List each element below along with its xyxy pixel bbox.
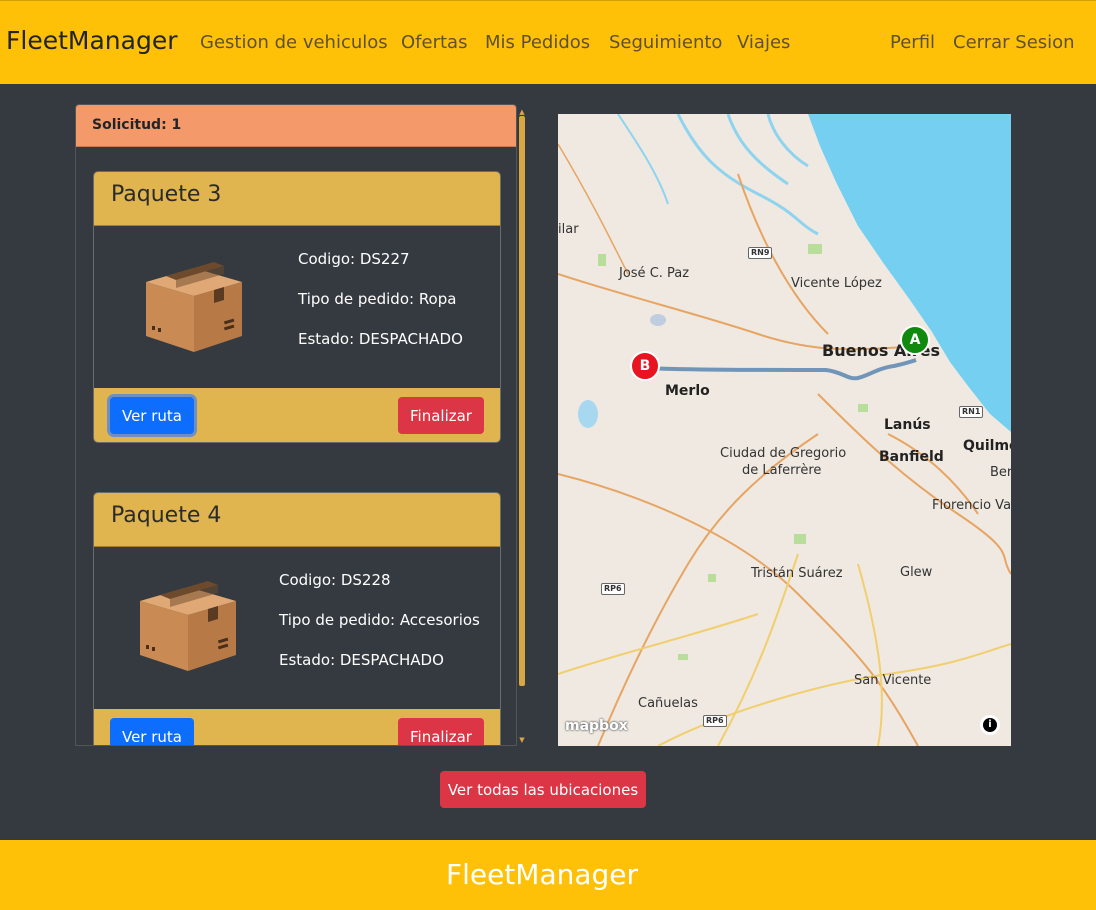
view-route-button[interactable]: Ver ruta — [110, 718, 194, 745]
map-label-gregorio-2: de Laferrère — [742, 463, 822, 478]
package-title: Paquete 3 — [111, 182, 222, 207]
road-shield-rn9: RN9 — [748, 247, 773, 259]
package-list: Paquete 3 Codigo: DS227 Tipo de pedido: … — [76, 147, 516, 745]
package-status: Estado: DESPACHADO — [279, 651, 444, 669]
view-all-locations-button[interactable]: Ver todas las ubicaciones — [440, 771, 646, 808]
request-title: Solicitud: 1 — [92, 117, 182, 133]
nav-link-vehiculos[interactable]: Gestion de vehiculos — [200, 32, 388, 53]
road-shield-rp6: RP6 — [601, 583, 625, 595]
route-map[interactable]: ilar José C. Paz Vicente López Buenos Ai… — [558, 114, 1011, 746]
package-card: Paquete 3 Codigo: DS227 Tipo de pedido: … — [93, 171, 501, 443]
nav-link-ofertas[interactable]: Ofertas — [401, 32, 467, 53]
package-code: Codigo: DS227 — [298, 250, 410, 268]
finish-button[interactable]: Finalizar — [398, 397, 484, 434]
map-label-san-vicente: San Vicente — [854, 673, 932, 688]
package-card: Paquete 4 Codigo: DS228 Tipo de pedido: … — [93, 492, 501, 745]
navbar-brand[interactable]: FleetManager — [6, 26, 177, 55]
package-card-footer: Ver ruta Finalizar — [94, 709, 500, 745]
package-code: Codigo: DS228 — [279, 571, 391, 589]
map-label-canuelas: Cañuelas — [638, 696, 698, 711]
nav-link-perfil[interactable]: Perfil — [890, 32, 935, 53]
destination-marker[interactable]: B — [630, 351, 660, 381]
request-panel: Solicitud: 1 Paquete 3 Codigo: DS227 Tip… — [75, 104, 517, 746]
package-card-header: Paquete 4 — [94, 493, 500, 547]
package-card-body: Codigo: DS228 Tipo de pedido: Accesorios… — [94, 547, 500, 709]
nav-link-seguimiento[interactable]: Seguimiento — [609, 32, 722, 53]
map-info-button[interactable]: i — [980, 715, 1000, 735]
map-label-lanus: Lanús — [884, 417, 931, 433]
map-label-tristan-suarez: Tristán Suárez — [751, 566, 843, 581]
nav-link-cerrar-sesion[interactable]: Cerrar Sesion — [953, 32, 1075, 53]
map-label-banfield: Banfield — [879, 449, 944, 465]
finish-button[interactable]: Finalizar — [398, 718, 484, 745]
map-label-jose-c-paz: José C. Paz — [619, 266, 690, 281]
map-label-merlo: Merlo — [665, 383, 710, 399]
package-status: Estado: DESPACHADO — [298, 330, 463, 348]
road-shield-rp6: RP6 — [703, 715, 727, 727]
map-label-quilmes: Quilme — [963, 438, 1011, 454]
package-title: Paquete 4 — [111, 503, 222, 528]
scroll-down-icon[interactable]: ▼ — [518, 736, 526, 744]
page-footer: FleetManager — [0, 840, 1096, 910]
nav-link-viajes[interactable]: Viajes — [737, 32, 790, 53]
map-label-berazategui: Ber — [990, 465, 1011, 480]
top-navbar: FleetManager Gestion de vehiculos Oferta… — [0, 0, 1096, 84]
package-type: Tipo de pedido: Accesorios — [279, 611, 480, 629]
package-box-icon — [146, 262, 242, 352]
road-shield-rn1: RN1 — [959, 406, 984, 418]
package-card-header: Paquete 3 — [94, 172, 500, 226]
package-card-footer: Ver ruta Finalizar — [94, 388, 500, 442]
map-label-vicente-lopez: Vicente López — [791, 276, 882, 291]
scroll-up-icon[interactable]: ▲ — [518, 108, 526, 116]
nav-link-mis-pedidos[interactable]: Mis Pedidos — [485, 32, 590, 53]
map-base — [558, 114, 1011, 746]
map-label-gregorio-1: Ciudad de Gregorio — [720, 446, 847, 461]
package-card-body: Codigo: DS227 Tipo de pedido: Ropa Estad… — [94, 226, 500, 388]
map-label-glew: Glew — [900, 565, 933, 580]
package-type: Tipo de pedido: Ropa — [298, 290, 457, 308]
request-header: Solicitud: 1 — [76, 105, 516, 147]
panel-scrollbar[interactable]: ▲ ▼ — [518, 108, 526, 746]
scroll-thumb[interactable] — [519, 116, 525, 686]
map-label-florencio-varela: Florencio Va — [932, 498, 1011, 513]
origin-marker[interactable]: A — [900, 325, 930, 355]
package-box-icon — [140, 581, 236, 671]
view-route-button[interactable]: Ver ruta — [110, 397, 194, 434]
map-label-pilar: ilar — [558, 222, 579, 237]
info-icon: i — [983, 718, 997, 732]
mapbox-logo[interactable]: mapbox — [565, 718, 628, 734]
footer-brand: FleetManager — [445, 858, 639, 891]
